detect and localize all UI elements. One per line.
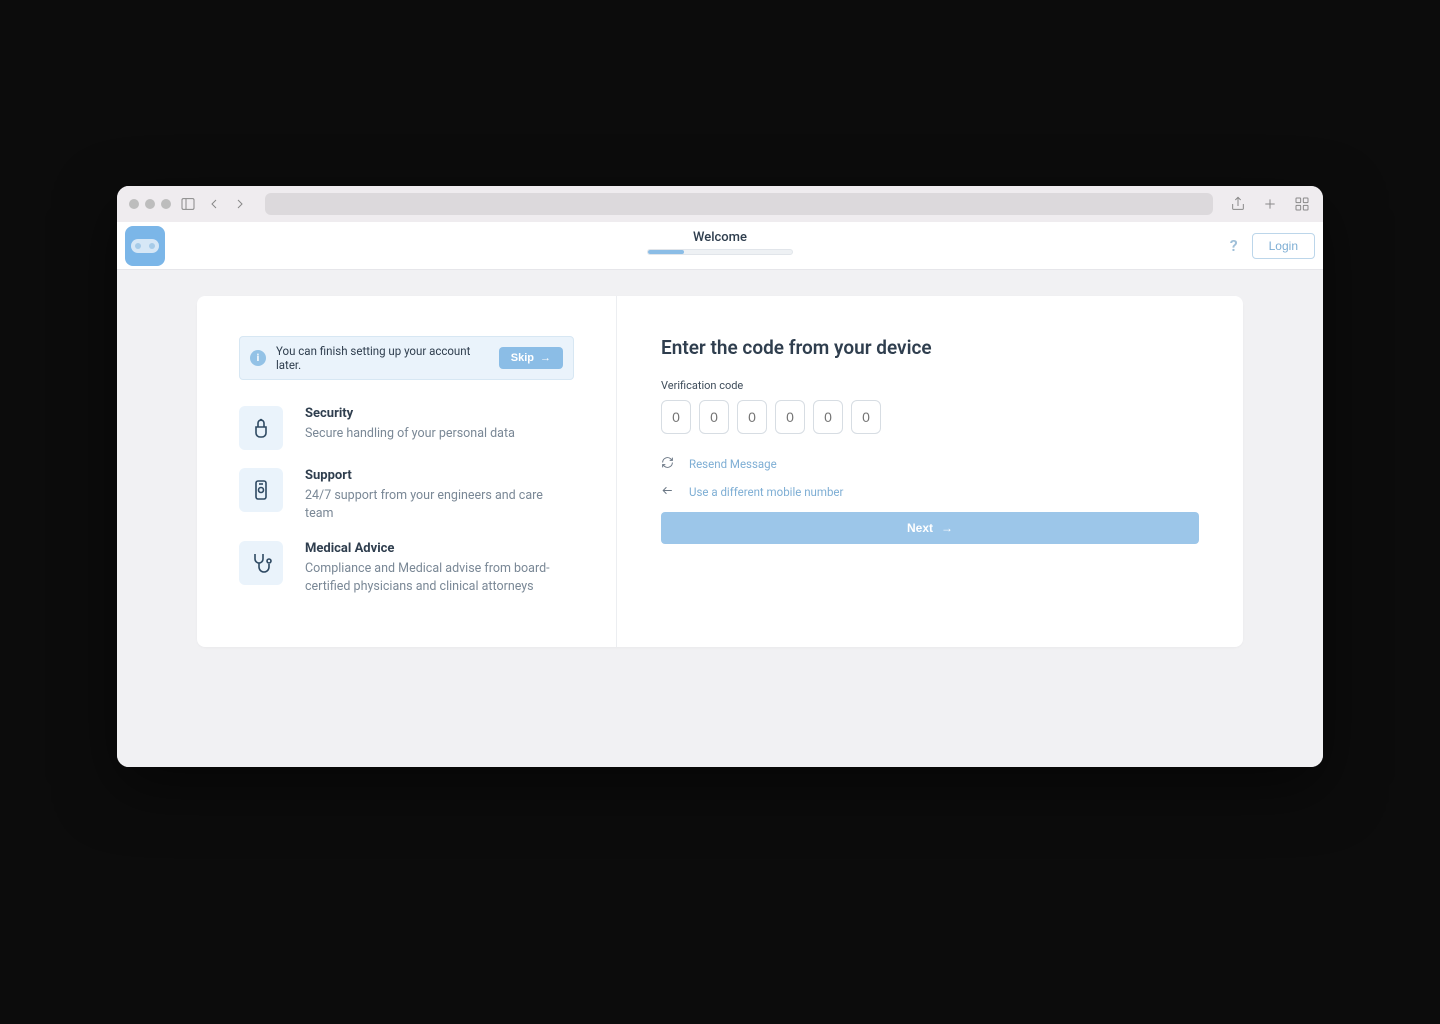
banner-text: You can finish setting up your account l… xyxy=(276,344,489,372)
form-title: Enter the code from your device xyxy=(661,336,1199,359)
browser-window: Welcome ? Login i You can finish setting… xyxy=(117,186,1323,767)
code-digit-2[interactable] xyxy=(699,400,729,434)
resend-link[interactable]: Resend Message xyxy=(689,457,777,471)
tab-overview-icon[interactable] xyxy=(1293,195,1311,213)
code-digit-6[interactable] xyxy=(851,400,881,434)
feature-support: Support 24/7 support from your engineers… xyxy=(239,468,574,523)
close-window-icon[interactable] xyxy=(129,199,139,209)
different-number-row: Use a different mobile number xyxy=(661,484,1199,500)
info-icon: i xyxy=(250,350,266,366)
browser-chrome xyxy=(117,186,1323,222)
share-icon[interactable] xyxy=(1229,195,1247,213)
new-tab-icon[interactable] xyxy=(1261,195,1279,213)
header-center: Welcome xyxy=(647,230,793,255)
main-card: i You can finish setting up your account… xyxy=(197,296,1243,647)
traffic-lights xyxy=(129,199,171,209)
app: Welcome ? Login i You can finish setting… xyxy=(117,222,1323,767)
stethoscope-icon xyxy=(239,541,283,585)
code-digit-1[interactable] xyxy=(661,400,691,434)
feature-title: Security xyxy=(305,406,515,421)
phone-device-icon xyxy=(239,468,283,512)
feature-title: Support xyxy=(305,468,574,483)
code-digit-5[interactable] xyxy=(813,400,843,434)
maximize-window-icon[interactable] xyxy=(161,199,171,209)
nav-forward-icon[interactable] xyxy=(231,195,249,213)
app-logo[interactable] xyxy=(125,226,165,266)
code-input-row xyxy=(661,400,1199,434)
minimize-window-icon[interactable] xyxy=(145,199,155,209)
resend-row: Resend Message xyxy=(661,456,1199,472)
feature-security: Security Secure handling of your persona… xyxy=(239,406,574,450)
login-button[interactable]: Login xyxy=(1252,233,1315,259)
feature-desc: Secure handling of your personal data xyxy=(305,425,515,443)
code-digit-3[interactable] xyxy=(737,400,767,434)
different-number-link[interactable]: Use a different mobile number xyxy=(689,485,843,499)
nav-back-icon[interactable] xyxy=(205,195,223,213)
verification-label: Verification code xyxy=(661,379,1199,392)
content-area: i You can finish setting up your account… xyxy=(117,270,1323,767)
pill-icon xyxy=(131,239,159,253)
next-button[interactable]: Next → xyxy=(661,512,1199,544)
arrow-right-icon: → xyxy=(941,521,953,535)
topbar: Welcome ? Login xyxy=(117,222,1323,270)
feature-medical: Medical Advice Compliance and Medical ad… xyxy=(239,541,574,596)
sidebar-toggle-icon[interactable] xyxy=(179,195,197,213)
url-bar[interactable] xyxy=(265,193,1213,215)
refresh-icon xyxy=(661,456,675,472)
code-digit-4[interactable] xyxy=(775,400,805,434)
skip-button-label: Skip xyxy=(511,352,534,364)
feature-title: Medical Advice xyxy=(305,541,574,556)
setup-later-banner: i You can finish setting up your account… xyxy=(239,336,574,380)
progress-fill xyxy=(648,250,684,254)
touch-icon xyxy=(239,406,283,450)
card-left-panel: i You can finish setting up your account… xyxy=(197,296,617,647)
progress-bar xyxy=(647,249,793,255)
feature-desc: Compliance and Medical advise from board… xyxy=(305,560,574,596)
feature-desc: 24/7 support from your engineers and car… xyxy=(305,487,574,523)
next-button-label: Next xyxy=(907,521,933,535)
arrow-left-icon xyxy=(661,484,675,500)
skip-button[interactable]: Skip xyxy=(499,347,563,369)
help-icon[interactable]: ? xyxy=(1230,236,1238,255)
page-title: Welcome xyxy=(693,230,747,245)
card-right-panel: Enter the code from your device Verifica… xyxy=(617,296,1243,647)
